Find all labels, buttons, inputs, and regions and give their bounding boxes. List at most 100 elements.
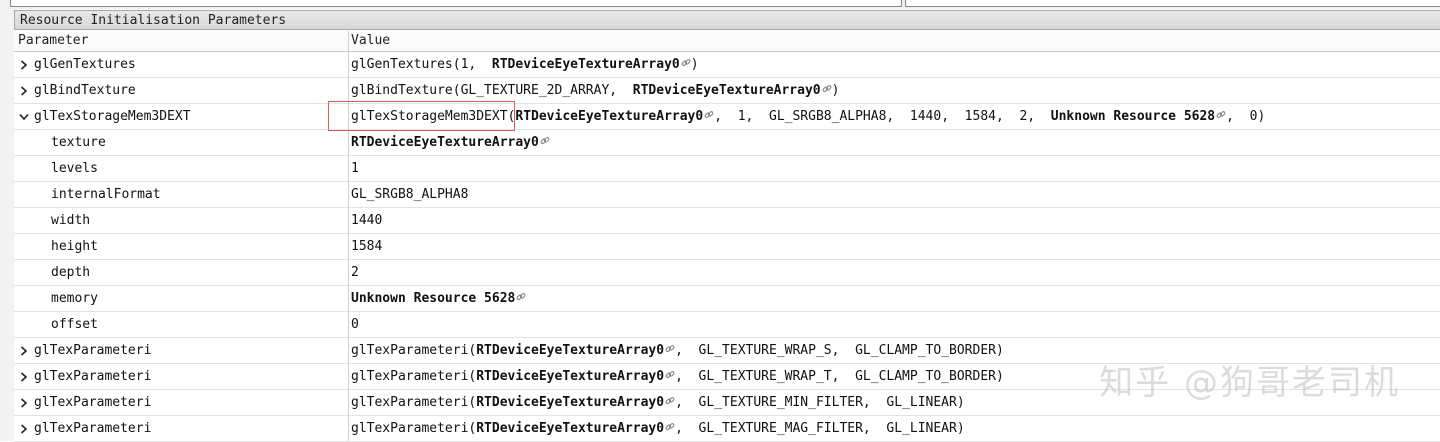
value-text: ) bbox=[690, 57, 699, 72]
parameter-cell: glGenTextures bbox=[14, 52, 348, 77]
resource-link[interactable]: RTDeviceEyeTextureArray0 bbox=[515, 109, 703, 124]
parameter-label: glTexParameteri bbox=[34, 369, 152, 384]
value-text: , 0) bbox=[1226, 109, 1266, 124]
column-header-row: Parameter Value bbox=[14, 31, 1440, 52]
tree-child-row[interactable]: memory Unknown Resource 5628 bbox=[14, 286, 1440, 312]
resource-link[interactable]: RTDeviceEyeTextureArray0 bbox=[476, 343, 664, 358]
parameter-label: offset bbox=[51, 317, 98, 332]
parameter-cell: height bbox=[14, 234, 385, 259]
parameter-cell: width bbox=[14, 208, 385, 233]
column-divider[interactable] bbox=[348, 31, 349, 441]
parameter-label: texture bbox=[51, 135, 106, 150]
top-strip bbox=[0, 0, 1440, 9]
expand-chevron-icon[interactable] bbox=[18, 52, 30, 77]
value-cell: Unknown Resource 5628 bbox=[351, 286, 1440, 311]
tree-row[interactable]: glBindTexture glBindTexture(GL_TEXTURE_2D… bbox=[14, 78, 1440, 104]
parameter-cell: glTexParameteri bbox=[14, 416, 348, 441]
link-icon[interactable] bbox=[516, 286, 526, 301]
parameter-cell: glTexParameteri bbox=[14, 364, 348, 389]
resource-link[interactable]: RTDeviceEyeTextureArray0 bbox=[476, 421, 664, 436]
expand-chevron-icon[interactable] bbox=[18, 364, 30, 389]
value-cell: 1 bbox=[351, 156, 1440, 181]
left-gutter bbox=[0, 9, 14, 441]
resource-link[interactable]: Unknown Resource 5628 bbox=[351, 291, 515, 306]
expand-chevron-icon[interactable] bbox=[18, 78, 30, 103]
parameter-cell: glTexStorageMem3DEXT bbox=[14, 104, 348, 129]
value-text: glBindTexture(GL_TEXTURE_2D_ARRAY, bbox=[351, 83, 633, 98]
parameter-cell: glTexParameteri bbox=[14, 338, 348, 363]
resource-link[interactable]: RTDeviceEyeTextureArray0 bbox=[476, 369, 664, 384]
parameter-cell: glTexParameteri bbox=[14, 390, 348, 415]
parameter-label: memory bbox=[51, 291, 98, 306]
link-icon[interactable] bbox=[1216, 104, 1226, 119]
link-icon[interactable] bbox=[665, 338, 675, 353]
value-cell: RTDeviceEyeTextureArray0 bbox=[351, 130, 1440, 155]
tree-child-row[interactable]: levels 1 bbox=[14, 156, 1440, 182]
parameter-cell: glBindTexture bbox=[14, 78, 348, 103]
column-header-parameter[interactable]: Parameter bbox=[18, 33, 88, 48]
expand-chevron-icon[interactable] bbox=[18, 390, 30, 415]
parameter-label: glTexParameteri bbox=[34, 421, 152, 436]
expand-chevron-icon[interactable] bbox=[18, 416, 30, 441]
resource-link[interactable]: RTDeviceEyeTextureArray0 bbox=[476, 395, 664, 410]
parameter-label: glTexStorageMem3DEXT bbox=[34, 109, 191, 124]
value-text: glTexParameteri( bbox=[351, 369, 477, 384]
tree-child-row[interactable]: texture RTDeviceEyeTextureArray0 bbox=[14, 130, 1440, 156]
tree-child-row[interactable]: depth 2 bbox=[14, 260, 1440, 286]
link-icon[interactable] bbox=[540, 130, 550, 145]
value-text: glTexParameteri( bbox=[351, 343, 477, 358]
link-icon[interactable] bbox=[665, 364, 675, 379]
tree-row[interactable]: glTexParameteri glTexParameteri(RTDeviceE… bbox=[14, 416, 1440, 442]
resource-link[interactable]: RTDeviceEyeTextureArray0 bbox=[633, 83, 821, 98]
resource-link[interactable]: RTDeviceEyeTextureArray0 bbox=[492, 57, 680, 72]
column-header-value[interactable]: Value bbox=[351, 33, 390, 48]
value-cell: 2 bbox=[351, 260, 1440, 285]
value-text: glTexParameteri( bbox=[351, 421, 477, 436]
parameter-cell: texture bbox=[14, 130, 385, 155]
value-cell: glBindTexture(GL_TEXTURE_2D_ARRAY, RTDev… bbox=[351, 78, 1440, 103]
parameter-cell: internalFormat bbox=[14, 182, 385, 207]
value-text: GL_SRGB8_ALPHA8 bbox=[351, 187, 469, 202]
link-icon[interactable] bbox=[822, 78, 832, 93]
tree-child-row[interactable]: offset 0 bbox=[14, 312, 1440, 338]
value-cell: GL_SRGB8_ALPHA8 bbox=[351, 182, 1440, 207]
parameter-cell: memory bbox=[14, 286, 385, 311]
value-text: 2 bbox=[351, 265, 359, 280]
value-cell: glGenTextures(1, RTDeviceEyeTextureArray… bbox=[351, 52, 1440, 77]
resource-link[interactable]: Unknown Resource 5628 bbox=[1051, 109, 1215, 124]
value-text: , GL_TEXTURE_MIN_FILTER, GL_LINEAR) bbox=[675, 395, 965, 410]
resource-link[interactable]: RTDeviceEyeTextureArray0 bbox=[351, 135, 539, 150]
value-text: , GL_TEXTURE_WRAP_T, GL_CLAMP_TO_BORDER) bbox=[675, 369, 1004, 384]
parameter-label: glBindTexture bbox=[34, 83, 136, 98]
parameter-label: glGenTextures bbox=[34, 57, 136, 72]
value-text: , GL_TEXTURE_MAG_FILTER, GL_LINEAR) bbox=[675, 421, 965, 436]
upper-panel-right bbox=[905, 0, 1440, 7]
tree-child-row[interactable]: height 1584 bbox=[14, 234, 1440, 260]
link-icon[interactable] bbox=[704, 104, 714, 119]
value-cell: glTexParameteri(RTDeviceEyeTextureArray0… bbox=[351, 416, 1440, 441]
value-text: 1584 bbox=[351, 239, 383, 254]
expand-chevron-icon[interactable] bbox=[18, 338, 30, 363]
value-text: ) bbox=[831, 83, 840, 98]
collapse-chevron-icon[interactable] bbox=[18, 104, 30, 129]
value-text: , GL_TEXTURE_WRAP_S, GL_CLAMP_TO_BORDER) bbox=[675, 343, 1004, 358]
parameter-label: width bbox=[51, 213, 91, 228]
parameter-cell: levels bbox=[14, 156, 385, 181]
value-text: 1440 bbox=[351, 213, 383, 228]
value-text: 1 bbox=[351, 161, 359, 176]
parameter-label: levels bbox=[51, 161, 98, 176]
link-icon[interactable] bbox=[681, 52, 691, 67]
parameter-label: glTexParameteri bbox=[34, 395, 152, 410]
tree-row[interactable]: glTexStorageMem3DEXT glTexStorageMem3DEXT… bbox=[14, 104, 1440, 130]
parameter-label: depth bbox=[51, 265, 91, 280]
value-text: , 1, GL_SRGB8_ALPHA8, 1440, 1584, 2, bbox=[714, 109, 1051, 124]
value-text: glTexStorageMem3DEXT( bbox=[351, 109, 516, 124]
tree-child-row[interactable]: internalFormat GL_SRGB8_ALPHA8 bbox=[14, 182, 1440, 208]
value-text: 0 bbox=[351, 317, 359, 332]
link-icon[interactable] bbox=[665, 416, 675, 431]
panel-title: Resource Initialisation Parameters bbox=[14, 10, 1440, 30]
tree-row[interactable]: glGenTextures glGenTextures(1, RTDeviceEy… bbox=[14, 52, 1440, 78]
parameter-label: height bbox=[51, 239, 98, 254]
tree-child-row[interactable]: width 1440 bbox=[14, 208, 1440, 234]
link-icon[interactable] bbox=[665, 390, 675, 405]
